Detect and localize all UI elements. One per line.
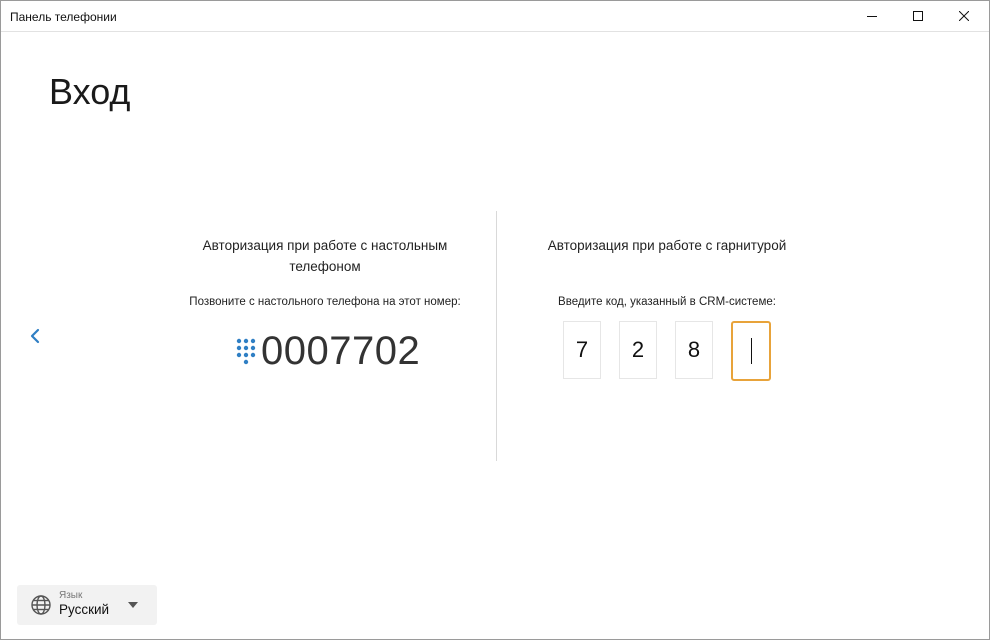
code-digit-4[interactable] xyxy=(731,321,771,381)
desk-phone-heading: Авторизация при работе с настольным теле… xyxy=(202,238,448,274)
code-digit-3[interactable]: 8 xyxy=(675,321,713,379)
back-button[interactable] xyxy=(25,324,45,348)
maximize-button[interactable] xyxy=(895,1,941,31)
minimize-icon xyxy=(867,16,877,17)
caret-down-icon xyxy=(128,602,138,608)
text-caret xyxy=(750,338,752,364)
language-value: Русский xyxy=(59,602,110,617)
window-title: Панель телефонии xyxy=(10,10,117,24)
phone-number-row: 0007702 xyxy=(235,327,420,375)
headset-heading: Авторизация при работе с гарнитурой xyxy=(547,238,787,253)
language-caption: Язык xyxy=(59,590,83,601)
globe-icon xyxy=(31,595,51,615)
title-bar: Панель телефонии xyxy=(1,1,989,32)
page-title: Вход xyxy=(49,71,131,112)
code-digit-2[interactable]: 2 xyxy=(619,321,657,379)
close-button[interactable] xyxy=(941,1,987,31)
headset-instruction: Введите код, указанный в CRM-системе: xyxy=(558,296,776,308)
close-icon xyxy=(959,11,969,21)
column-divider xyxy=(496,211,497,461)
phone-number: 0007702 xyxy=(261,328,421,373)
code-digit-1[interactable]: 7 xyxy=(563,321,601,379)
minimize-button[interactable] xyxy=(849,1,895,31)
chevron-left-icon xyxy=(30,328,40,344)
maximize-icon xyxy=(913,11,923,21)
dialpad-icon xyxy=(236,338,256,365)
app-window: Панель телефонии Вход Авторизация при ра… xyxy=(0,0,990,640)
desk-phone-instruction: Позвоните с настольного телефона на этот… xyxy=(189,296,461,308)
language-selector[interactable]: Язык Русский xyxy=(17,585,157,625)
